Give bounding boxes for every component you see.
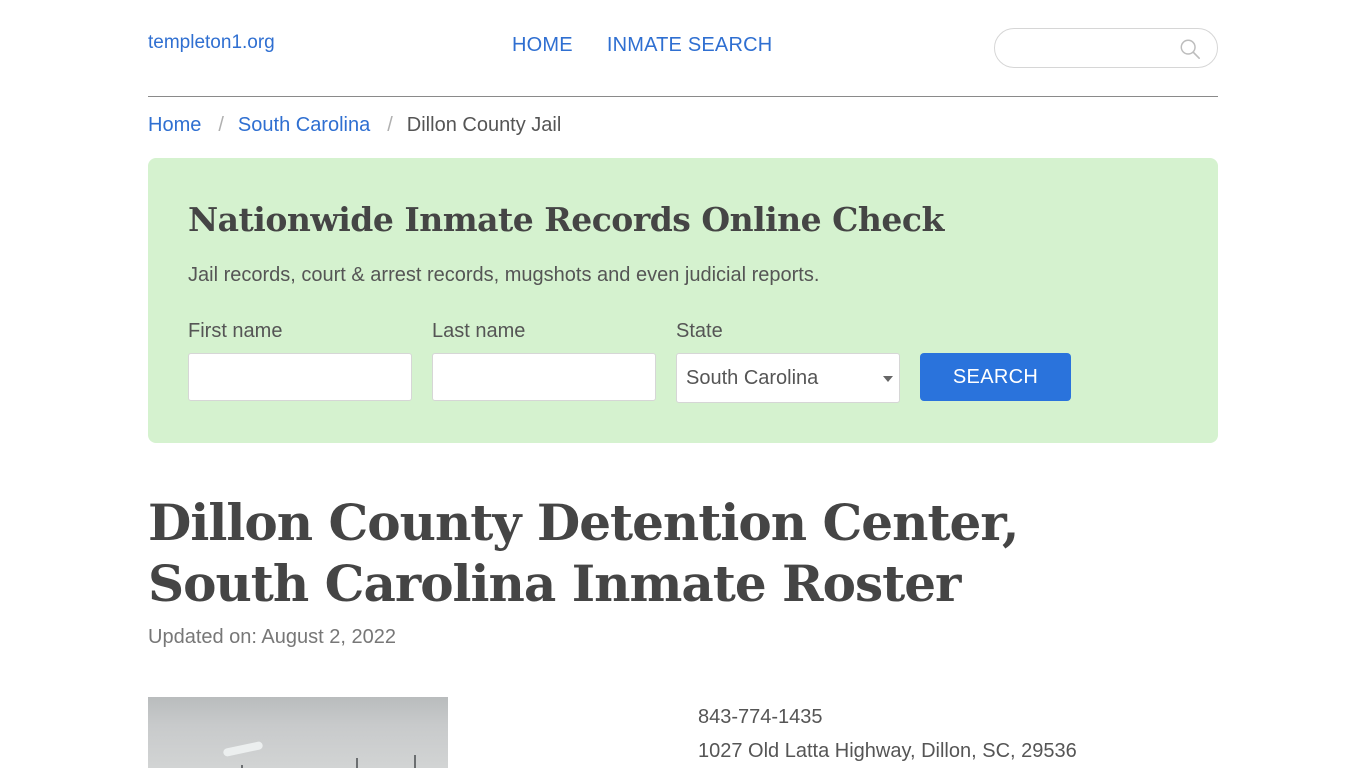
breadcrumb: Home / South Carolina / Dillon County Ja… (148, 114, 561, 137)
nav-inmate-search[interactable]: INMATE SEARCH (607, 34, 773, 57)
search-icon[interactable] (1179, 38, 1201, 60)
panel-title: Nationwide Inmate Records Online Check (188, 200, 944, 239)
page-title: Dillon County Detention Center, South Ca… (148, 493, 1019, 613)
state-field: State South Carolina (676, 320, 900, 403)
state-select[interactable]: South Carolina (676, 353, 900, 403)
search-button[interactable]: SEARCH (920, 353, 1071, 401)
first-name-field: First name (188, 320, 412, 401)
breadcrumb-separator: / (387, 114, 393, 136)
breadcrumb-state[interactable]: South Carolina (238, 114, 370, 137)
breadcrumb-separator: / (218, 114, 224, 136)
photo-cloud (222, 740, 264, 758)
header-divider (148, 96, 1218, 97)
last-name-label: Last name (432, 320, 526, 342)
panel-subtitle: Jail records, court & arrest records, mu… (188, 264, 820, 286)
state-label: State (676, 320, 723, 342)
header-search (994, 28, 1218, 68)
facility-phone: 843-774-1435 (698, 706, 823, 728)
last-name-input[interactable] (432, 353, 656, 401)
facility-address: 1027 Old Latta Highway, Dillon, SC, 2953… (698, 740, 1077, 762)
photo-pole (356, 758, 358, 768)
first-name-label: First name (188, 320, 283, 342)
inmate-search-panel: Nationwide Inmate Records Online Check J… (148, 158, 1218, 443)
facility-contact: 843-774-1435 1027 Old Latta Highway, Dil… (698, 700, 1077, 768)
header-search-input[interactable] (1009, 29, 1179, 67)
facility-photo (148, 697, 448, 768)
nav-home[interactable]: HOME (512, 34, 573, 57)
chevron-down-icon (883, 376, 893, 382)
photo-pole (414, 755, 416, 768)
last-name-field: Last name (432, 320, 656, 401)
updated-date: Updated on: August 2, 2022 (148, 626, 396, 648)
site-logo[interactable]: templeton1.org (148, 32, 275, 54)
breadcrumb-home[interactable]: Home (148, 114, 201, 137)
breadcrumb-current: Dillon County Jail (406, 114, 562, 136)
main-nav: HOME INMATE SEARCH (512, 34, 772, 57)
state-selected-value: South Carolina (686, 366, 819, 389)
first-name-input[interactable] (188, 353, 412, 401)
